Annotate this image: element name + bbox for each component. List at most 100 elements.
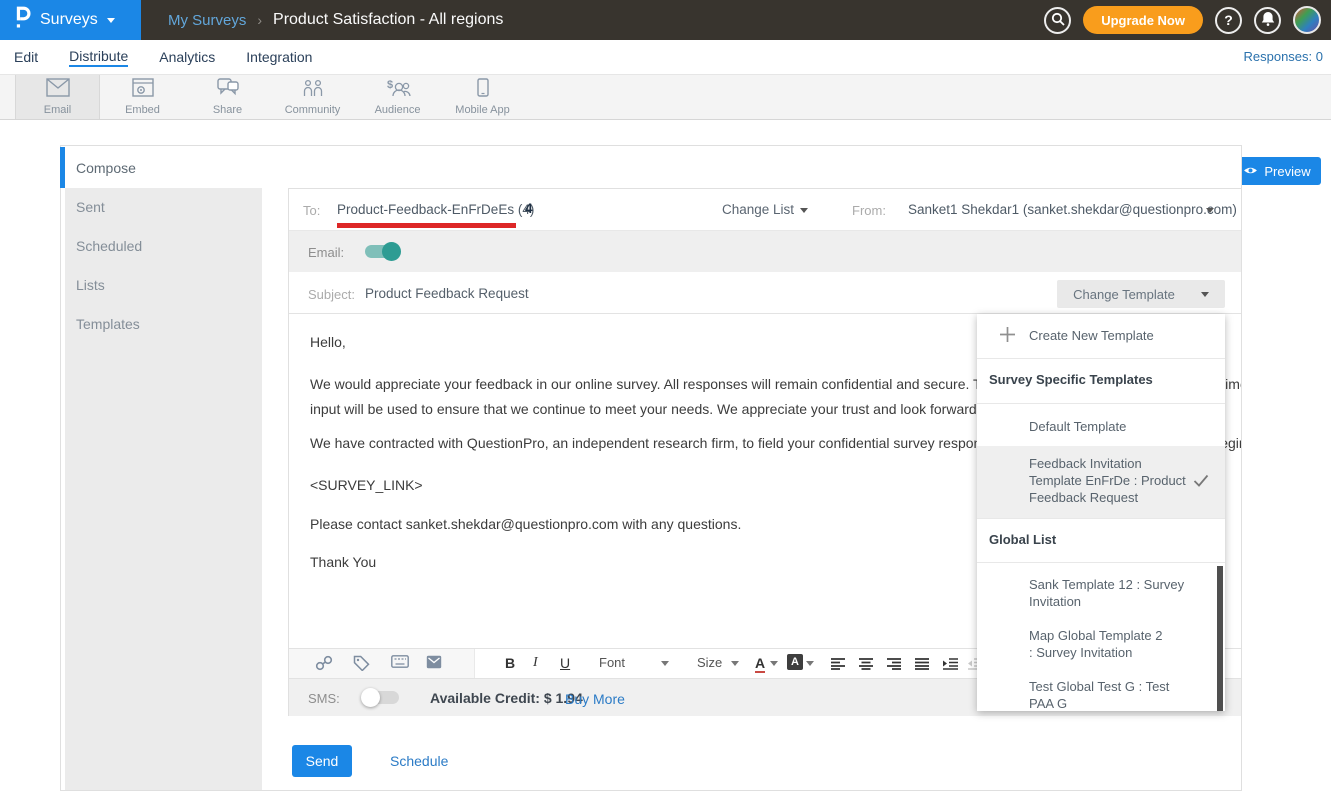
sidebar-item-compose[interactable]: Compose xyxy=(76,160,136,176)
font-dropdown[interactable]: Font xyxy=(599,655,625,670)
tab-edit[interactable]: Edit xyxy=(14,49,38,66)
from-value[interactable]: Sanket1 Shekdar1 (sanket.shekdar@questio… xyxy=(908,202,1237,217)
plus-icon xyxy=(999,326,1016,348)
to-list-value[interactable]: Product-Feedback-EnFrDeEs (4) xyxy=(337,202,534,217)
available-credit: Available Credit: $ 1.94 xyxy=(430,690,583,706)
email-toggle-label: Email: xyxy=(308,245,344,260)
global-template-item[interactable]: Sank Template 12 : Survey Invitation xyxy=(1029,576,1201,610)
selected-template-line: Feedback Request xyxy=(1029,489,1186,506)
brand-label: Surveys xyxy=(40,11,98,29)
to-label: To: xyxy=(303,203,320,218)
breadcrumb-my-surveys[interactable]: My Surveys xyxy=(168,12,246,29)
bell-icon xyxy=(1261,11,1275,29)
channel-share[interactable]: Share xyxy=(185,75,270,119)
from-label: From: xyxy=(852,203,886,218)
text-color-button[interactable]: A xyxy=(755,655,765,673)
sidebar-item-scheduled[interactable]: Scheduled xyxy=(76,238,142,254)
sidebar-item-sent[interactable]: Sent xyxy=(76,199,105,215)
help-button[interactable]: ? xyxy=(1215,7,1242,34)
from-caret-icon xyxy=(1206,208,1214,213)
channel-mobile-app[interactable]: Mobile App xyxy=(440,75,525,119)
change-template-button[interactable]: Change Template xyxy=(1057,280,1225,308)
preview-label: Preview xyxy=(1264,164,1310,179)
bold-button[interactable]: B xyxy=(505,655,515,671)
email-toggle-row xyxy=(289,231,1241,272)
underline-button[interactable]: U xyxy=(560,655,570,671)
to-list-underline xyxy=(337,223,516,228)
size-dropdown[interactable]: Size xyxy=(697,655,722,670)
align-left-icon[interactable] xyxy=(831,657,845,675)
schedule-link[interactable]: Schedule xyxy=(390,753,448,769)
search-button[interactable] xyxy=(1044,7,1071,34)
bg-color-button[interactable]: A xyxy=(787,654,803,670)
tab-analytics[interactable]: Analytics xyxy=(159,49,215,66)
channel-community-label: Community xyxy=(285,104,341,116)
change-template-caret-icon xyxy=(1201,292,1209,297)
body-line: Hello, xyxy=(310,332,346,352)
user-avatar[interactable] xyxy=(1293,6,1321,34)
email-toggle-knob[interactable] xyxy=(382,242,401,261)
dropdown-divider xyxy=(977,403,1225,404)
global-template-line: Invitation xyxy=(1029,593,1201,610)
survey-templates-header: Survey Specific Templates xyxy=(989,372,1153,387)
tab-distribute[interactable]: Distribute xyxy=(69,48,128,67)
align-right-icon[interactable] xyxy=(887,657,901,675)
create-new-template-item[interactable]: Create New Template xyxy=(1029,327,1201,344)
sms-toggle-knob[interactable] xyxy=(361,688,380,707)
upgrade-now-label: Upgrade Now xyxy=(1101,13,1185,28)
channel-email[interactable]: Email xyxy=(15,75,100,119)
channel-audience[interactable]: $ Audience xyxy=(355,75,440,119)
dropdown-scrollbar[interactable] xyxy=(1217,566,1223,711)
body-line: Please contact sanket.shekdar@questionpr… xyxy=(310,514,741,534)
dropdown-divider xyxy=(977,562,1225,563)
tab-integration[interactable]: Integration xyxy=(246,49,312,66)
align-justify-icon[interactable] xyxy=(915,657,929,675)
selected-template-item[interactable]: Feedback Invitation Template EnFrDe : Pr… xyxy=(977,446,1225,518)
italic-button[interactable]: I xyxy=(533,655,538,671)
audience-icon: $ xyxy=(385,78,411,102)
global-list-header: Global List xyxy=(989,532,1056,547)
send-label: Send xyxy=(306,753,339,769)
community-icon xyxy=(301,78,325,102)
upgrade-now-button[interactable]: Upgrade Now xyxy=(1083,6,1203,34)
share-icon xyxy=(217,78,239,102)
bg-color-caret-icon xyxy=(806,661,814,666)
body-line: Thank You xyxy=(310,552,376,572)
selected-template-line: Template EnFrDe : Product xyxy=(1029,472,1186,489)
breadcrumb: My Surveys › Product Satisfaction - All … xyxy=(168,0,503,40)
change-list-button[interactable]: Change List xyxy=(722,202,794,217)
email-icon xyxy=(46,78,70,102)
sms-toggle-label: SMS: xyxy=(308,691,340,706)
responses-count[interactable]: Responses: 0 xyxy=(1244,49,1324,64)
subject-value[interactable]: Product Feedback Request xyxy=(365,286,529,301)
global-template-line: : Survey Invitation xyxy=(1029,644,1201,661)
insert-image-icon[interactable] xyxy=(426,655,442,674)
indent-increase-icon[interactable] xyxy=(943,657,958,675)
notifications-button[interactable] xyxy=(1254,7,1281,34)
keyboard-icon[interactable] xyxy=(391,655,409,673)
global-template-item[interactable]: Map Global Template 2 : Survey Invitatio… xyxy=(1029,627,1201,661)
default-template-item[interactable]: Default Template xyxy=(1029,418,1201,435)
channel-embed-label: Embed xyxy=(125,104,160,116)
send-button[interactable]: Send xyxy=(292,745,352,777)
channel-embed[interactable]: Embed xyxy=(100,75,185,119)
breadcrumb-separator: › xyxy=(257,12,262,28)
subject-label: Subject: xyxy=(308,287,355,302)
preview-button[interactable]: Preview xyxy=(1233,157,1321,185)
align-center-icon[interactable] xyxy=(859,657,873,675)
distribute-toolbar: Email Embed Share Community $ Audience M… xyxy=(0,75,1331,120)
embed-icon xyxy=(132,78,154,102)
global-template-line: PAA G xyxy=(1029,695,1201,711)
channel-share-label: Share xyxy=(213,104,242,116)
merge-tag-icon[interactable] xyxy=(353,655,370,676)
channel-email-label: Email xyxy=(44,104,72,116)
insert-link-icon[interactable] xyxy=(315,655,333,676)
product-switcher[interactable]: Surveys xyxy=(0,0,141,40)
svg-text:$: $ xyxy=(387,79,393,91)
sidebar-item-templates[interactable]: Templates xyxy=(76,316,140,332)
global-template-line: Sank Template 12 : Survey xyxy=(1029,576,1201,593)
channel-community[interactable]: Community xyxy=(270,75,355,119)
buy-more-link[interactable]: Buy More xyxy=(565,691,625,707)
sidebar-item-lists[interactable]: Lists xyxy=(76,277,105,293)
global-template-item[interactable]: Test Global Test G : Test PAA G xyxy=(1029,678,1201,711)
